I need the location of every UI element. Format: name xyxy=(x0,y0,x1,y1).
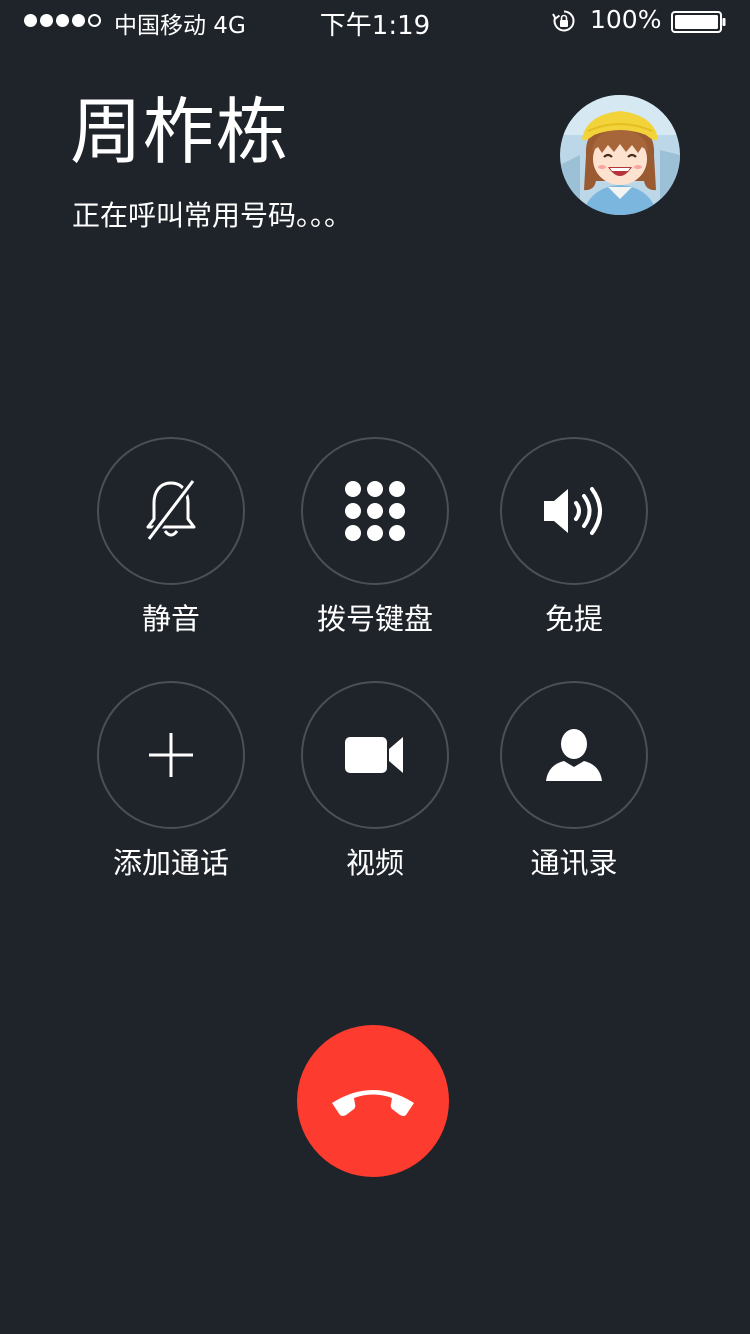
add-call-button[interactable]: 添加通话 xyxy=(71,681,271,891)
mute-bell-icon xyxy=(145,478,197,542)
speaker-label: 免提 xyxy=(544,602,603,636)
add-call-button-circle[interactable] xyxy=(97,681,245,829)
contacts-icon xyxy=(546,729,602,781)
battery-icon xyxy=(671,11,726,33)
keypad-button-circle[interactable] xyxy=(301,437,449,585)
add-call-label: 添加通话 xyxy=(112,846,229,880)
keypad-label: 拨号键盘 xyxy=(316,602,433,636)
contact-name: 周柞栋 xyxy=(70,90,290,174)
speaker-icon xyxy=(544,487,602,535)
keypad-button[interactable]: 拨号键盘 xyxy=(275,437,475,647)
speaker-button-circle[interactable] xyxy=(500,437,648,585)
video-button-circle[interactable] xyxy=(301,681,449,829)
contacts-label: 通讯录 xyxy=(530,846,618,880)
contact-avatar xyxy=(560,95,680,215)
video-label: 视频 xyxy=(345,846,404,880)
rotation-lock-icon xyxy=(552,10,575,32)
status-bar: 中国移动 4G 下午1:19 100% xyxy=(0,0,750,41)
mute-label: 静音 xyxy=(141,602,200,636)
speaker-button[interactable]: 免提 xyxy=(474,437,674,647)
video-button[interactable]: 视频 xyxy=(275,681,475,891)
keypad-icon xyxy=(345,481,405,541)
mute-button[interactable]: 静音 xyxy=(71,437,271,647)
contacts-button-circle[interactable] xyxy=(500,681,648,829)
battery-percentage: 100% xyxy=(590,5,662,34)
avatar-cartoon-girl-icon xyxy=(560,95,680,215)
contacts-button[interactable]: 通讯录 xyxy=(474,681,674,891)
end-call-button[interactable] xyxy=(297,1025,449,1177)
mute-button-circle[interactable] xyxy=(97,437,245,585)
add-call-icon xyxy=(149,733,193,777)
call-status-text: 正在呼叫常用号码。。。 xyxy=(72,199,353,232)
hang-up-icon xyxy=(332,1090,414,1116)
video-camera-icon xyxy=(345,737,403,773)
